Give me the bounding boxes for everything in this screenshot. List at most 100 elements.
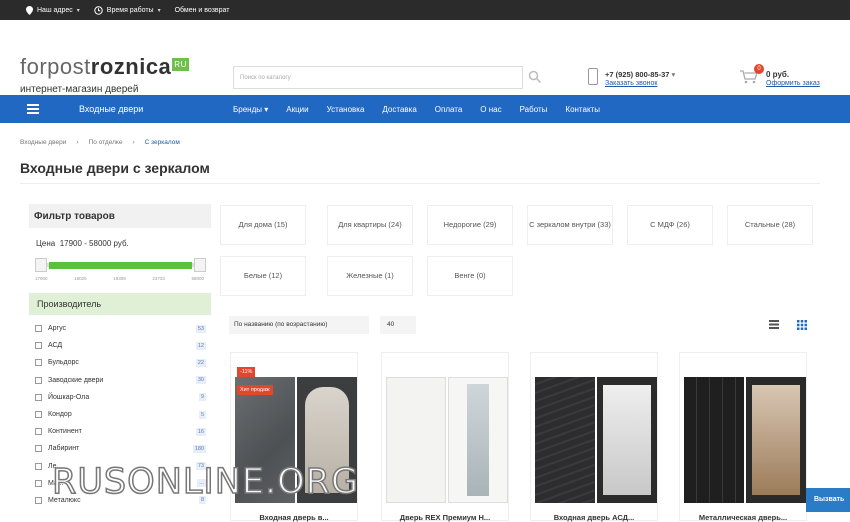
manufacturer-option[interactable]: Бульдорс 22	[29, 354, 211, 371]
checkbox[interactable]	[35, 428, 42, 436]
menu-icon[interactable]	[27, 104, 39, 114]
slider-fill	[49, 262, 192, 269]
phone-number[interactable]: +7 (925) 800-85-37 ▾	[605, 70, 675, 79]
tag-button[interactable]: Стальные (28)	[727, 205, 813, 245]
logo-part1: forpost	[20, 54, 91, 79]
chevron-down-icon: ▾	[671, 70, 676, 79]
option-count: 16	[195, 427, 206, 436]
checkbox[interactable]	[35, 479, 42, 487]
option-label: Аргус	[48, 325, 67, 333]
nav-item-works[interactable]: Работы	[520, 105, 548, 114]
manufacturer-option[interactable]: Аргус 53	[29, 320, 211, 337]
manufacturer-option[interactable]: Заводские двери 30	[29, 372, 211, 389]
option-label: Лабиринт	[48, 445, 80, 453]
manufacturer-option[interactable]: АСД 12	[29, 337, 211, 354]
location-pin-icon	[26, 5, 33, 15]
tag-button[interactable]: Венге (0)	[427, 256, 513, 296]
nav-item-delivery[interactable]: Доставка	[382, 105, 416, 114]
per-page-select[interactable]: 40	[380, 316, 416, 334]
nav-item-brands[interactable]: Бренды ▾	[233, 105, 268, 114]
tag-button[interactable]: Для дома (15)	[220, 205, 306, 245]
product-image-inner	[597, 377, 657, 503]
chevron-right-icon: ›	[76, 139, 79, 146]
chevron-down-icon: ▾	[76, 7, 80, 14]
manufacturer-option[interactable]: Кондор 5	[29, 406, 211, 423]
top-bar: Наш адрес ▾ Время работы ▾ Обмен и возвр…	[0, 0, 850, 20]
tick-label: 58000	[191, 276, 204, 281]
search-icon[interactable]	[528, 70, 542, 84]
checkbox[interactable]	[35, 393, 42, 401]
checkbox[interactable]	[35, 359, 42, 367]
clock-icon	[94, 5, 103, 15]
chevron-right-icon: ›	[132, 139, 135, 146]
checkbox[interactable]	[35, 325, 42, 333]
address-link[interactable]: Наш адрес ▾	[26, 5, 80, 15]
option-count: 53	[195, 324, 206, 333]
product-card[interactable]: Входная дверь АСД...	[530, 352, 658, 522]
tag-button[interactable]: Недорогие (29)	[427, 205, 513, 245]
mirror-panel	[467, 384, 489, 496]
breadcrumb-item[interactable]: По отделке	[89, 139, 123, 146]
list-view-icon[interactable]	[769, 320, 779, 329]
callback-link[interactable]: Заказать звонок	[605, 80, 657, 87]
nav-item-sales[interactable]: Акции	[286, 105, 308, 114]
manufacturer-header[interactable]: Производитель	[29, 293, 211, 315]
option-label: АСД	[48, 342, 63, 350]
logo-part2: roznica	[90, 54, 172, 79]
manufacturer-option[interactable]: Йошкар-Ола 9	[29, 389, 211, 406]
option-label: Йошкар-Ола	[48, 393, 90, 401]
manufacturer-option[interactable]: Лабиринт 180	[29, 440, 211, 457]
cart-count-badge: 0	[754, 64, 764, 74]
nav-label: Бренды	[233, 104, 262, 114]
checkbox[interactable]	[35, 445, 42, 453]
hit-badge: Хит продаж	[237, 385, 273, 395]
search-input[interactable]: Поиск по каталогу	[233, 66, 523, 89]
checkbox[interactable]	[35, 411, 42, 419]
option-count: 5	[198, 410, 206, 419]
logo-tagline: интернет-магазин дверей	[20, 84, 139, 95]
discount-badge: -11%	[237, 367, 256, 377]
nav-links: Бренды ▾ Акции Установка Доставка Оплата…	[233, 105, 600, 114]
tag-button[interactable]: С МДФ (26)	[627, 205, 713, 245]
phone-text: +7 (925) 800-85-37	[605, 70, 670, 79]
mirror-panel	[603, 385, 651, 495]
price-label: Цена 17900 - 58000 руб.	[29, 239, 211, 248]
product-image-outer	[386, 377, 446, 503]
option-count: 22	[195, 358, 206, 367]
chevron-down-icon: ▾	[264, 104, 269, 114]
option-count: 30	[195, 376, 206, 385]
tag-button[interactable]: С зеркалом внутри (33)	[527, 205, 613, 245]
product-card[interactable]: Дверь REX Премиум Н...	[381, 352, 509, 522]
page-title: Входные двери с зеркалом	[20, 160, 210, 176]
returns-link[interactable]: Обмен и возврат	[175, 7, 230, 14]
checkbox[interactable]	[35, 376, 42, 384]
product-card[interactable]: Металлическая дверь...	[679, 352, 807, 522]
nav-item-installation[interactable]: Установка	[327, 105, 365, 114]
manufacturer-option[interactable]: Континент 16	[29, 423, 211, 440]
option-label: Бульдорс	[48, 359, 79, 367]
catalog-title[interactable]: Входные двери	[79, 104, 233, 114]
price-caption: Цена	[36, 239, 56, 248]
nav-item-contacts[interactable]: Контакты	[565, 105, 600, 114]
checkbox[interactable]	[35, 496, 42, 504]
tag-button[interactable]: Для квартиры (24)	[327, 205, 413, 245]
checkout-link[interactable]: Оформить заказ	[766, 80, 820, 87]
nav-item-about[interactable]: О нас	[480, 105, 501, 114]
breadcrumb-item[interactable]: Входные двери	[20, 139, 66, 146]
cart-sum: 0 руб.	[766, 70, 790, 79]
grid-view-icon[interactable]	[797, 320, 807, 330]
checkbox[interactable]	[35, 342, 42, 350]
slider-max-handle[interactable]	[194, 258, 206, 272]
price-slider[interactable]	[35, 258, 206, 272]
sort-select[interactable]: По названию (по возрастанию)	[229, 316, 369, 334]
checkbox[interactable]	[35, 462, 42, 470]
tag-button[interactable]: Железные (1)	[327, 256, 413, 296]
slider-min-handle[interactable]	[35, 258, 47, 272]
hours-link[interactable]: Время работы ▾	[94, 5, 161, 15]
option-label: Кондор	[48, 411, 72, 419]
option-count: 9	[198, 393, 206, 402]
chat-button[interactable]: Вызвать	[806, 488, 850, 512]
tag-button[interactable]: Белые (12)	[220, 256, 306, 296]
product-image-outer	[684, 377, 744, 503]
nav-item-payment[interactable]: Оплата	[435, 105, 463, 114]
